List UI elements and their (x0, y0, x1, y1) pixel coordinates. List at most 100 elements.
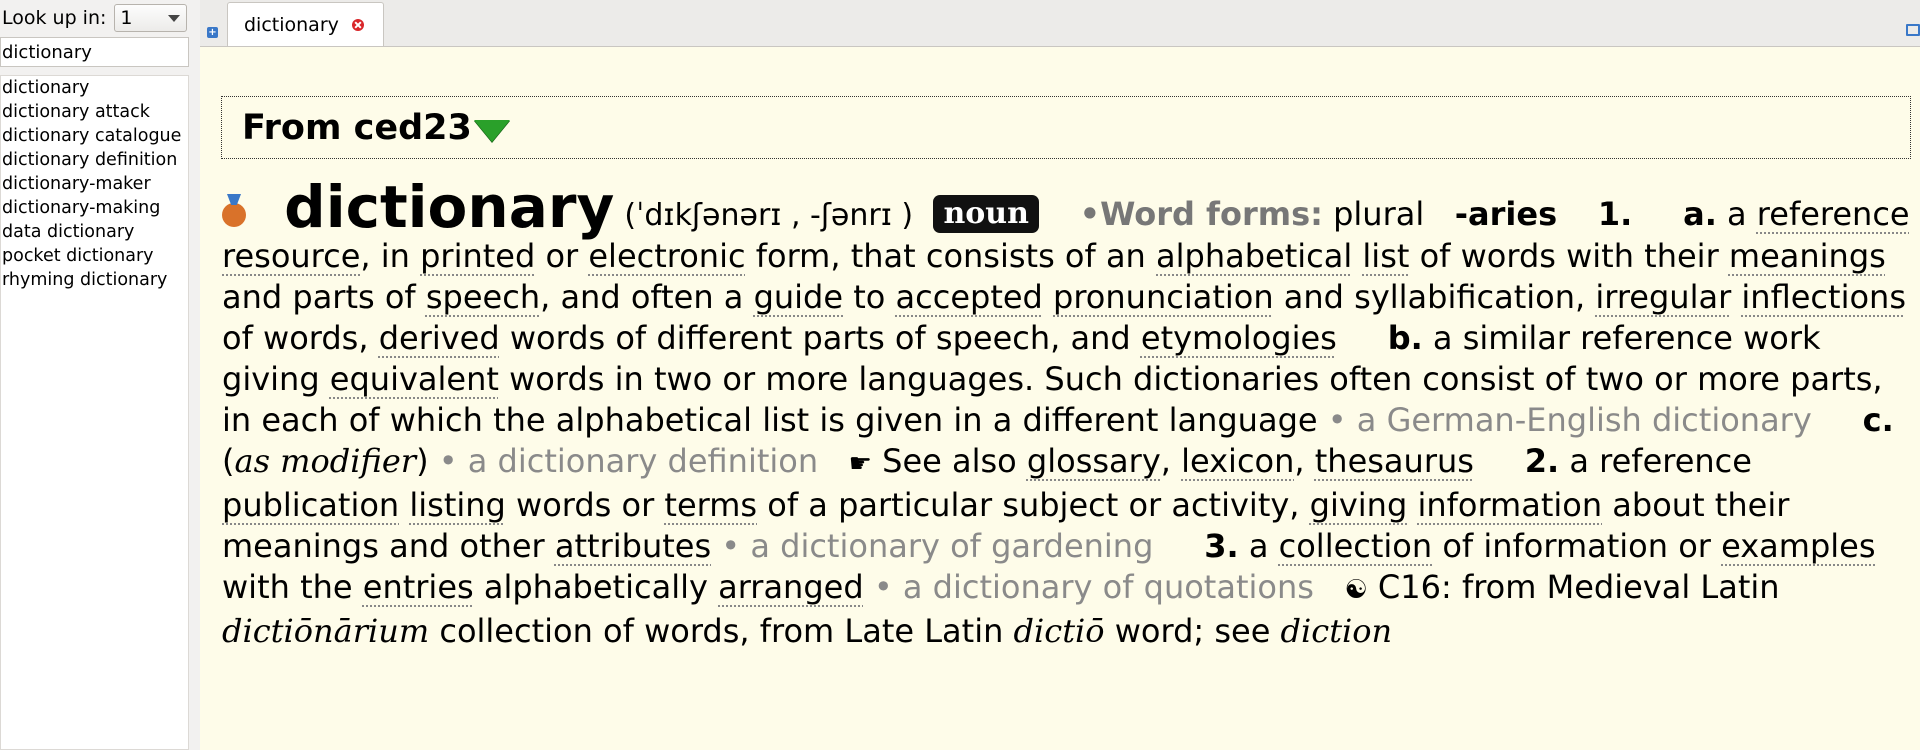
sense-number: 3. (1204, 527, 1239, 565)
word-link[interactable]: terms (664, 486, 757, 524)
word-link[interactable]: printed (420, 237, 535, 275)
text: a reference (1569, 442, 1752, 480)
sense-letter: c. (1862, 401, 1894, 439)
new-tab-icon[interactable]: + (207, 27, 218, 38)
word-link[interactable]: inflections (1741, 278, 1906, 316)
example: • a dictionary of quotations (873, 568, 1314, 606)
text: alphabetically (483, 568, 708, 606)
sense-number: 1. (1597, 195, 1633, 233)
etymology-term[interactable]: diction (1281, 612, 1393, 650)
etymology-text: word; see (1114, 612, 1271, 650)
sense-letter: a. (1683, 195, 1717, 233)
text: or (545, 237, 579, 275)
word-list-item[interactable]: dictionary catalogue (1, 124, 188, 148)
see-also-label: See also (882, 442, 1017, 480)
word-link[interactable]: lexicon (1181, 442, 1294, 480)
word-list-item[interactable]: pocket dictionary (1, 244, 188, 268)
sense-number: 2. (1524, 442, 1560, 480)
tab-bar: + dictionary (200, 0, 1920, 46)
word-link[interactable]: thesaurus (1315, 442, 1474, 480)
headword: dictionary (284, 173, 615, 241)
plural-form: -aries (1454, 195, 1558, 233)
lookup-label: Look up in: (2, 7, 107, 29)
lookup-row: Look up in: 1 (0, 4, 188, 32)
tab-label: dictionary (244, 13, 339, 36)
word-list-item[interactable]: dictionary attack (1, 100, 188, 124)
etymology-text: collection of words, from Late Latin (439, 612, 1004, 650)
word-list-item[interactable]: rhyming dictionary (1, 268, 188, 292)
word-link[interactable]: giving (1310, 486, 1408, 524)
text: , and often a (540, 278, 744, 316)
word-link[interactable]: entries (363, 568, 474, 606)
word-link[interactable]: information (1417, 486, 1602, 524)
tab-dictionary[interactable]: dictionary (227, 2, 384, 46)
search-input[interactable] (0, 37, 189, 67)
word-link[interactable]: irregular (1595, 278, 1731, 316)
etymology-term: dictiōnārium (222, 612, 430, 650)
word-forms-label: •Word forms: (1079, 195, 1323, 233)
word-link[interactable]: guide (754, 278, 843, 316)
plural-label: plural (1333, 195, 1425, 233)
example: • a dictionary definition (438, 442, 819, 480)
dictionary-header[interactable]: From ced23 (221, 96, 1911, 159)
word-link[interactable]: list (1362, 237, 1409, 275)
article-body: dictionary (ˈdɪkʃənərɪ , -ʃənrɪ ) noun •… (222, 173, 1910, 650)
text: with the (222, 568, 353, 606)
text: words of different parts of speech, and (509, 319, 1131, 357)
text: of words, (222, 319, 369, 357)
chevron-down-icon (168, 14, 181, 22)
part-of-speech-badge: noun (933, 195, 1039, 233)
text: words or (516, 486, 655, 524)
word-link[interactable]: publication (222, 486, 399, 524)
word-link[interactable]: examples (1721, 527, 1875, 565)
pronunciation: (ˈdɪkʃənərɪ , -ʃənrɪ ) (624, 198, 914, 233)
close-icon[interactable] (351, 18, 364, 31)
text: to (853, 278, 886, 316)
word-link[interactable]: equivalent (330, 360, 499, 398)
text: a (1248, 527, 1269, 565)
word-link[interactable]: derived (379, 319, 500, 357)
word-link[interactable]: accepted (896, 278, 1043, 316)
word-link[interactable]: etymologies (1141, 319, 1337, 357)
word-link[interactable]: reference (1757, 195, 1910, 233)
text: and parts of (222, 278, 416, 316)
word-link[interactable]: glossary (1027, 442, 1161, 480)
left-pane: Look up in: 1 dictionary dictionary atta… (0, 0, 190, 750)
word-link[interactable]: speech (426, 278, 540, 316)
text: form, that consists of an (755, 237, 1146, 275)
medal-icon (222, 203, 246, 227)
word-link[interactable]: electronic (588, 237, 745, 275)
text: , in (360, 237, 410, 275)
sense-letter: b. (1387, 319, 1423, 357)
word-link[interactable]: listing (409, 486, 505, 524)
pointing-hand-icon: ☛ (848, 449, 872, 479)
yin-yang-icon: ☯ (1344, 575, 1368, 605)
word-link[interactable]: resource (222, 237, 360, 275)
word-list-item[interactable]: dictionary-maker (1, 172, 188, 196)
text: and syllabification, (1283, 278, 1586, 316)
word-list[interactable]: dictionary dictionary attack dictionary … (0, 75, 189, 750)
usage-label: as modifier (234, 442, 417, 480)
example: • a dictionary of gardening (721, 527, 1154, 565)
word-link[interactable]: attributes (555, 527, 711, 565)
lookup-group-select[interactable]: 1 (114, 4, 188, 32)
window-icon[interactable] (1906, 24, 1920, 36)
word-link[interactable]: alphabetical (1156, 237, 1352, 275)
word-list-item[interactable]: dictionary-making (1, 196, 188, 220)
etymology-text: C16: from Medieval Latin (1377, 568, 1780, 606)
word-list-item[interactable]: data dictionary (1, 220, 188, 244)
word-list-item[interactable]: dictionary definition (1, 148, 188, 172)
word-link[interactable]: collection (1279, 527, 1433, 565)
word-list-item[interactable]: dictionary (1, 76, 188, 100)
text: of a particular subject or activity, (767, 486, 1300, 524)
triangle-down-icon[interactable] (473, 119, 510, 142)
word-link[interactable]: meanings (1729, 237, 1886, 275)
text: of information or (1442, 527, 1711, 565)
dictionary-title: From ced23 (242, 107, 472, 148)
text: a (1727, 195, 1747, 233)
article-view: From ced23 dictionary (ˈdɪkʃənərɪ , -ʃən… (200, 46, 1920, 750)
word-link[interactable]: pronunciation (1053, 278, 1274, 316)
word-link[interactable]: arranged (718, 568, 864, 606)
lookup-select-value: 1 (120, 7, 133, 29)
text: of words with their (1419, 237, 1719, 275)
